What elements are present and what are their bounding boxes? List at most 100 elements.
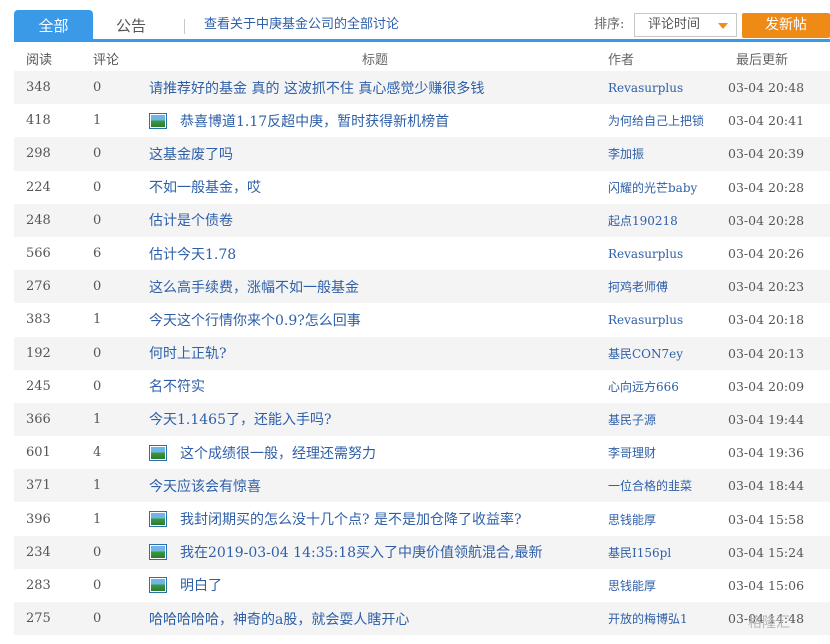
- post-title-cell: 名不符实: [149, 370, 604, 403]
- comment-count: 0: [93, 611, 102, 627]
- last-updated: 03-04 18:44: [728, 478, 805, 494]
- table-row: 245 0 名不符实 心向远方666 03-04 20:09: [14, 370, 830, 403]
- comment-count: 0: [93, 179, 102, 195]
- table-row: 275 0 哈哈哈哈哈，神奇的a股，就会耍人瞎开心 开放的梅博弘1 03-04 14:4…: [14, 602, 830, 636]
- read-count: 283: [26, 577, 51, 593]
- post-title-link[interactable]: 今天1.1465了，还能入手吗?: [149, 409, 332, 429]
- tab-bar: 全部 公告 查看关于中庚基金公司的全部讨论 排序: 评论时间 发新帖: [14, 10, 830, 42]
- table-row: 348 0 请推荐好的基金 真的 这波抓不住 真心感觉少赚很多钱 Revasurplu…: [14, 71, 830, 105]
- author-link[interactable]: 基民I156pl: [608, 536, 718, 569]
- post-title-link[interactable]: 这么高手续费，涨幅不如一般基金: [149, 277, 359, 297]
- post-title-cell: 何时上正轨?: [149, 337, 604, 370]
- header-read: 阅读: [26, 52, 53, 68]
- last-updated: 03-04 20:39: [728, 146, 805, 162]
- author-link[interactable]: 为何给自己上把锁: [608, 104, 718, 137]
- author-link[interactable]: 李哥理财: [608, 436, 718, 469]
- table-row: 418 1 恭喜博道1.17反超中庚，暂时获得新机榜首 为何给自己上把锁 03-04 2…: [14, 104, 830, 137]
- comment-count: 0: [93, 577, 102, 593]
- last-updated: 03-04 15:24: [728, 544, 805, 560]
- post-title-link[interactable]: 恭喜博道1.17反超中庚，暂时获得新机榜首: [180, 111, 449, 131]
- read-count: 348: [26, 80, 51, 96]
- read-count: 418: [26, 113, 51, 129]
- post-title-link[interactable]: 哈哈哈哈哈，神奇的a股，就会耍人瞎开心: [149, 609, 409, 629]
- post-title-link[interactable]: 何时上正轨?: [149, 343, 227, 363]
- last-updated: 03-04 20:18: [728, 312, 805, 328]
- author-link[interactable]: Revasurplus: [608, 303, 718, 336]
- read-count: 245: [26, 378, 51, 394]
- author-link[interactable]: 李加振: [608, 137, 718, 170]
- read-count: 366: [26, 411, 51, 427]
- author-link[interactable]: 起点190218: [608, 204, 718, 237]
- read-count: 601: [26, 445, 51, 461]
- last-updated: 03-04 15:06: [728, 577, 805, 593]
- all-discussions-link[interactable]: 查看关于中庚基金公司的全部讨论: [204, 10, 399, 42]
- tab-notice[interactable]: 公告: [116, 10, 146, 42]
- comment-count: 0: [93, 212, 102, 228]
- post-title-link[interactable]: 明白了: [180, 575, 222, 595]
- post-title-cell: 明白了: [149, 569, 604, 602]
- author-link[interactable]: 思钱能厚: [608, 502, 718, 535]
- table-row: 371 1 今天应该会有惊喜 一位合格的韭菜 03-04 18:44: [14, 469, 830, 503]
- post-title-cell: 今天应该会有惊喜: [149, 469, 604, 502]
- last-updated: 03-04 20:09: [728, 378, 805, 394]
- author-link[interactable]: 开放的梅博弘1: [608, 602, 718, 635]
- table-row: 566 6 估计今天1.78 Revasurplus 03-04 20:26: [14, 237, 830, 270]
- comment-count: 1: [93, 411, 102, 427]
- author-link[interactable]: 心向远方666: [608, 370, 718, 403]
- last-updated: 03-04 19:44: [728, 411, 805, 427]
- last-updated: 03-04 20:41: [728, 113, 805, 129]
- post-title-link[interactable]: 名不符实: [149, 376, 205, 396]
- post-title-cell: 估计今天1.78: [149, 237, 604, 270]
- post-title-link[interactable]: 这个成绩很一般，经理还需努力: [180, 443, 376, 463]
- comment-count: 1: [93, 312, 102, 328]
- header-author: 作者: [608, 52, 635, 68]
- post-title-cell: 这么高手续费，涨幅不如一般基金: [149, 270, 604, 303]
- post-title-cell: 我在2019-03-04 14:35:18买入了中庚价值领航混合,最新: [149, 536, 604, 569]
- post-title-link[interactable]: 我封闭期买的怎么没十几个点? 是不是加仓降了收益率?: [180, 509, 521, 529]
- author-link[interactable]: 一位合格的韭菜: [608, 469, 718, 502]
- last-updated: 03-04 20:28: [728, 179, 805, 195]
- table-row: 366 1 今天1.1465了，还能入手吗? 基民子源 03-04 19:44: [14, 402, 830, 437]
- sort-dropdown[interactable]: 评论时间: [634, 13, 737, 37]
- post-title-link[interactable]: 估计今天1.78: [149, 244, 236, 264]
- header-updated: 最后更新: [736, 52, 789, 68]
- author-link[interactable]: 基民子源: [608, 403, 718, 436]
- author-link[interactable]: 抲鸡老师傅: [608, 270, 718, 303]
- read-count: 248: [26, 212, 51, 228]
- read-count: 276: [26, 279, 51, 295]
- post-title-link[interactable]: 请推荐好的基金 真的 这波抓不住 真心感觉少赚很多钱: [149, 78, 484, 98]
- read-count: 234: [26, 544, 51, 560]
- post-title-link[interactable]: 今天这个行情你来个0.9?怎么回事: [149, 310, 361, 330]
- read-count: 566: [26, 246, 51, 262]
- image-icon: [149, 112, 167, 129]
- post-list: 348 0 请推荐好的基金 真的 这波抓不住 真心感觉少赚很多钱 Revasurplu…: [14, 71, 830, 636]
- post-title-link[interactable]: 估计是个债卷: [149, 210, 233, 230]
- comment-count: 1: [93, 511, 102, 527]
- author-link[interactable]: 闪耀的光芒baby: [608, 171, 718, 204]
- chevron-down-icon: [718, 23, 728, 29]
- comment-count: 4: [93, 445, 102, 461]
- read-count: 298: [26, 146, 51, 162]
- post-title-link[interactable]: 这基金废了吗: [149, 144, 233, 164]
- last-updated: 03-04 20:28: [728, 212, 805, 228]
- read-count: 224: [26, 179, 51, 195]
- sort-label: 排序:: [594, 17, 625, 32]
- post-title-link[interactable]: 我在2019-03-04 14:35:18买入了中庚价值领航混合,最新: [180, 542, 543, 562]
- author-link[interactable]: 基民CON7ey: [608, 337, 718, 370]
- post-title-link[interactable]: 今天应该会有惊喜: [149, 476, 261, 496]
- tab-all[interactable]: 全部: [14, 10, 93, 42]
- image-icon: [149, 444, 167, 461]
- post-title-link[interactable]: 不如一般基金，哎: [149, 177, 261, 197]
- watermark: 格隆汇: [748, 615, 790, 631]
- table-row: 601 4 这个成绩很一般，经理还需努力 李哥理财 03-04 19:36: [14, 436, 830, 469]
- last-updated: 03-04 19:36: [728, 445, 805, 461]
- author-link[interactable]: Revasurplus: [608, 237, 718, 270]
- author-link[interactable]: Revasurplus: [608, 71, 718, 104]
- post-title-cell: 今天1.1465了，还能入手吗?: [149, 403, 604, 436]
- author-link[interactable]: 思钱能厚: [608, 569, 718, 602]
- new-post-button[interactable]: 发新帖: [742, 13, 830, 38]
- last-updated: 03-04 20:23: [728, 279, 805, 295]
- header-comments: 评论: [93, 52, 120, 68]
- table-row: 396 1 我封闭期买的怎么没十几个点? 是不是加仓降了收益率? 思钱能厚 03-04 …: [14, 502, 830, 535]
- last-updated: 03-04 20:26: [728, 246, 805, 262]
